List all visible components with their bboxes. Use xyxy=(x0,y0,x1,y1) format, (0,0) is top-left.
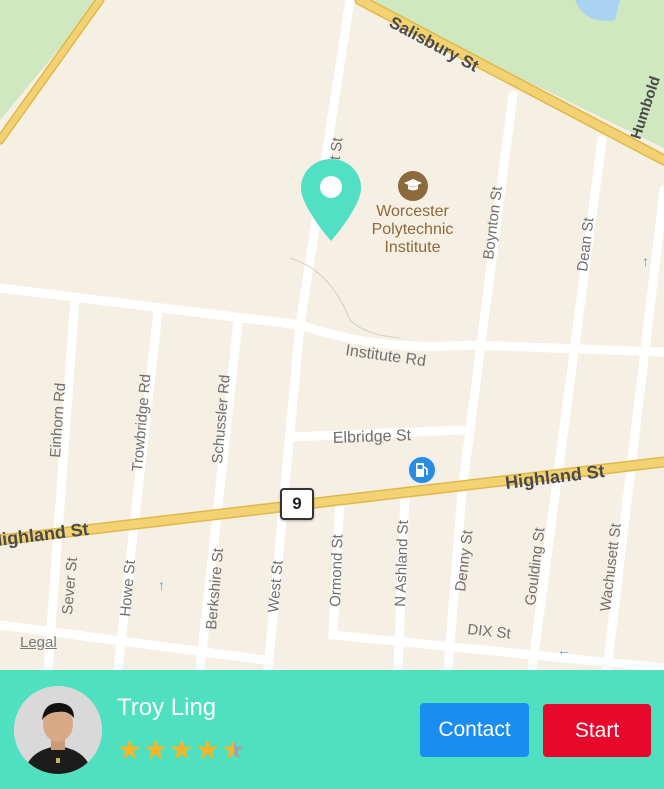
poi-name: Worcester Polytechnic Institute xyxy=(371,203,454,256)
street-label-ormond: Ormond St xyxy=(327,533,347,607)
map-canvas: ↑ ↑ ← Salisbury St Humbold West St Boynt… xyxy=(0,0,664,675)
contact-button[interactable]: Contact xyxy=(420,703,529,757)
start-button[interactable]: Start xyxy=(543,704,651,757)
driver-avatar[interactable] xyxy=(14,686,102,774)
street-label-elbridge: Elbridge St xyxy=(333,427,412,447)
star-icon: ★ xyxy=(195,734,221,765)
star-icon: ★ xyxy=(143,734,169,765)
oneway-arrow-icon: ↑ xyxy=(642,253,649,269)
star-icon: ★ xyxy=(169,734,195,765)
map-view[interactable]: ↑ ↑ ← Salisbury St Humbold West St Boynt… xyxy=(0,0,664,675)
star-icon: ★ xyxy=(117,734,143,765)
legal-link[interactable]: Legal xyxy=(20,634,57,651)
driver-rating: ★ ★ ★ ★ ★ xyxy=(117,734,247,765)
star-icon: ★ xyxy=(221,736,247,765)
poi-wpi[interactable]: Worcester Polytechnic Institute xyxy=(355,171,470,257)
graduation-cap-icon xyxy=(397,171,428,201)
fuel-station-icon[interactable] xyxy=(407,455,437,485)
location-pin-icon[interactable] xyxy=(300,157,362,243)
route-shield: 9 xyxy=(280,488,314,520)
driver-name: Troy Ling xyxy=(117,694,217,721)
oneway-arrow-icon: ↑ xyxy=(158,577,165,593)
street-label-n-ashland: N Ashland St xyxy=(392,519,412,607)
oneway-arrow-icon: ← xyxy=(557,642,571,658)
